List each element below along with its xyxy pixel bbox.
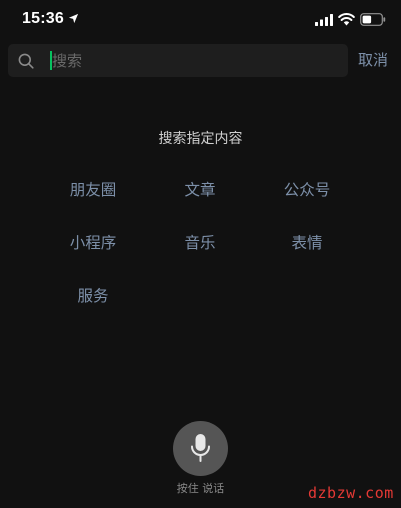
voice-input-button[interactable] [173, 421, 228, 476]
voice-input-label: 按住 说话 [176, 482, 225, 495]
category-official-accounts[interactable]: 公众号 [262, 180, 352, 200]
category-mini-programs[interactable]: 小程序 [48, 233, 138, 253]
location-arrow-icon [68, 13, 79, 24]
battery-icon [360, 13, 386, 26]
search-screen: 15:36 取消 搜索指定内容 朋友圈 文章 公众号 [0, 0, 401, 508]
cancel-button[interactable]: 取消 [358, 49, 388, 71]
search-scope-title: 搜索指定内容 [158, 131, 243, 147]
search-box[interactable] [8, 44, 348, 77]
category-services[interactable]: 服务 [48, 286, 138, 306]
status-time: 15:36 [22, 10, 64, 27]
category-stickers[interactable]: 表情 [262, 233, 352, 253]
category-articles[interactable]: 文章 [155, 180, 245, 200]
category-music[interactable]: 音乐 [155, 233, 245, 253]
category-moments[interactable]: 朋友圈 [48, 180, 138, 200]
search-input[interactable] [52, 44, 332, 77]
search-icon [18, 53, 34, 69]
status-bar: 15:36 [0, 0, 401, 40]
watermark: dzbzw.com [308, 484, 394, 502]
signal-icon [315, 14, 333, 26]
microphone-icon [191, 434, 210, 462]
wifi-icon [338, 13, 355, 26]
